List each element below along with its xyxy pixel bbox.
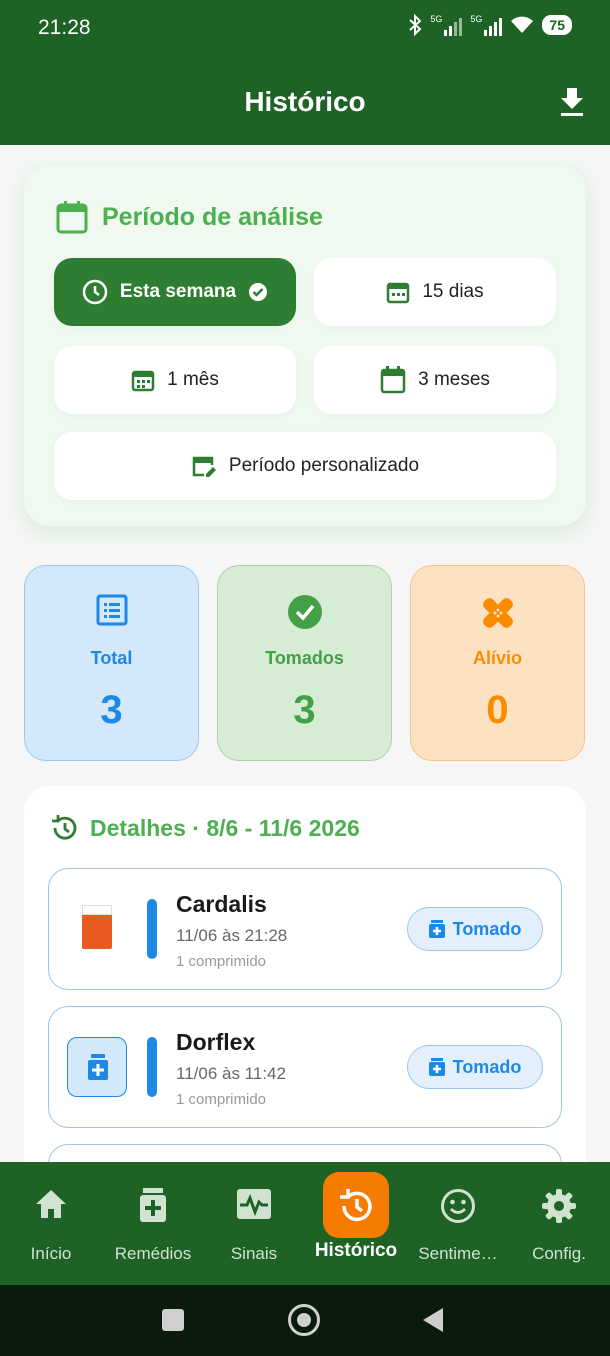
clock-icon: [82, 279, 108, 305]
period-option-3-months[interactable]: 3 meses: [314, 346, 556, 414]
item-name: Cardalis: [176, 891, 267, 917]
download-icon: [561, 88, 583, 116]
download-button[interactable]: [556, 84, 588, 120]
period-option-1-month[interactable]: 1 mês: [54, 346, 296, 414]
status-icons: 5G 5G 75: [408, 14, 572, 36]
item-indicator-bar: [147, 899, 157, 959]
nav-item-medicines[interactable]: Remédios: [102, 1162, 204, 1285]
calendar-icon: [380, 366, 406, 394]
medicine-icon: [140, 1188, 166, 1222]
nav-item-settings[interactable]: Config.: [508, 1162, 610, 1285]
home-button[interactable]: [288, 1304, 320, 1336]
calendar-icon: [56, 201, 88, 234]
list-icon: [96, 594, 127, 626]
signal-2-icon: 5G: [470, 14, 503, 36]
stat-relief-label: Alívio: [472, 648, 522, 668]
period-option-15-days[interactable]: 15 dias: [314, 258, 556, 326]
item-time: 11/06 às 21:28: [176, 926, 288, 945]
status-badge[interactable]: Tomado: [407, 1045, 543, 1089]
history-item[interactable]: Cardalis 11/06 às 21:28 1 comprimido Tom…: [48, 868, 562, 990]
calendar-month-icon: [131, 370, 155, 392]
history-item[interactable]: Dorflex 11/06 às 11:42 1 comprimido Toma…: [48, 1006, 562, 1128]
status-badge[interactable]: Tomado: [407, 907, 543, 951]
check-circle-icon: [249, 283, 268, 301]
details-card: Detalhes · 8/6 - 11/6 2026 Cardalis 11/0…: [24, 786, 586, 1266]
item-dose: 1 comprimido: [176, 1091, 267, 1108]
item-time: 11/06 às 11:42: [176, 1064, 286, 1083]
nav-item-vitals[interactable]: Sinais: [203, 1162, 305, 1285]
status-time: 21:28: [38, 16, 91, 39]
bandage-icon: [482, 598, 513, 628]
stat-taken-value: 3: [293, 688, 316, 732]
period-card: Período de análise Esta semana 15 dias 1…: [24, 166, 586, 526]
nav-item-history[interactable]: Histórico: [305, 1162, 407, 1285]
medicine-icon: [428, 920, 445, 938]
period-option-this-week[interactable]: Esta semana: [54, 258, 296, 326]
wifi-icon: [511, 16, 534, 33]
calendar-icon: [387, 282, 410, 304]
bottom-navigation: Início Remédios Sinais Histórico Sentime…: [0, 1162, 610, 1285]
check-circle-icon: [287, 595, 322, 629]
nav-item-home[interactable]: Início: [0, 1162, 102, 1285]
medicine-placeholder-icon: [67, 1037, 127, 1097]
stat-total-value: 3: [100, 688, 123, 732]
history-icon: [340, 1189, 372, 1222]
gear-icon: [542, 1189, 576, 1223]
stat-taken: Tomados 3: [217, 565, 392, 761]
smile-icon: [441, 1189, 475, 1223]
page-title: Histórico: [244, 86, 366, 117]
stat-total-label: Total: [90, 648, 133, 668]
medicine-photo: [67, 897, 127, 959]
bluetooth-icon: [409, 14, 422, 36]
stat-taken-label: Tomados: [265, 648, 344, 668]
battery-indicator: 75: [542, 15, 572, 35]
recents-button[interactable]: [162, 1309, 184, 1331]
system-navigation-bar: [0, 1285, 610, 1356]
item-dose: 1 comprimido: [176, 953, 267, 970]
details-title: Detalhes · 8/6 - 11/6 2026: [50, 814, 360, 842]
status-bar: 21:28 5G 5G 75: [0, 0, 610, 56]
stat-relief-value: 0: [486, 688, 509, 732]
vitals-icon: [237, 1189, 271, 1219]
item-name: Dorflex: [176, 1029, 256, 1055]
edit-calendar-icon: [192, 456, 216, 477]
medicine-icon: [428, 1058, 445, 1076]
history-icon: [52, 815, 77, 840]
item-indicator-bar: [147, 1037, 157, 1097]
stat-total: Total 3: [24, 565, 199, 761]
period-title: Período de análise: [56, 200, 323, 234]
back-button[interactable]: [422, 1307, 444, 1333]
app-bar: 21:28 5G 5G 75 Histórico: [0, 0, 610, 145]
signal-1-icon: 5G: [430, 14, 463, 36]
period-option-custom[interactable]: Período personalizado: [54, 432, 556, 500]
home-icon: [36, 1190, 66, 1218]
nav-item-feelings[interactable]: Sentime…: [407, 1162, 509, 1285]
stat-relief: Alívio 0: [410, 565, 585, 761]
